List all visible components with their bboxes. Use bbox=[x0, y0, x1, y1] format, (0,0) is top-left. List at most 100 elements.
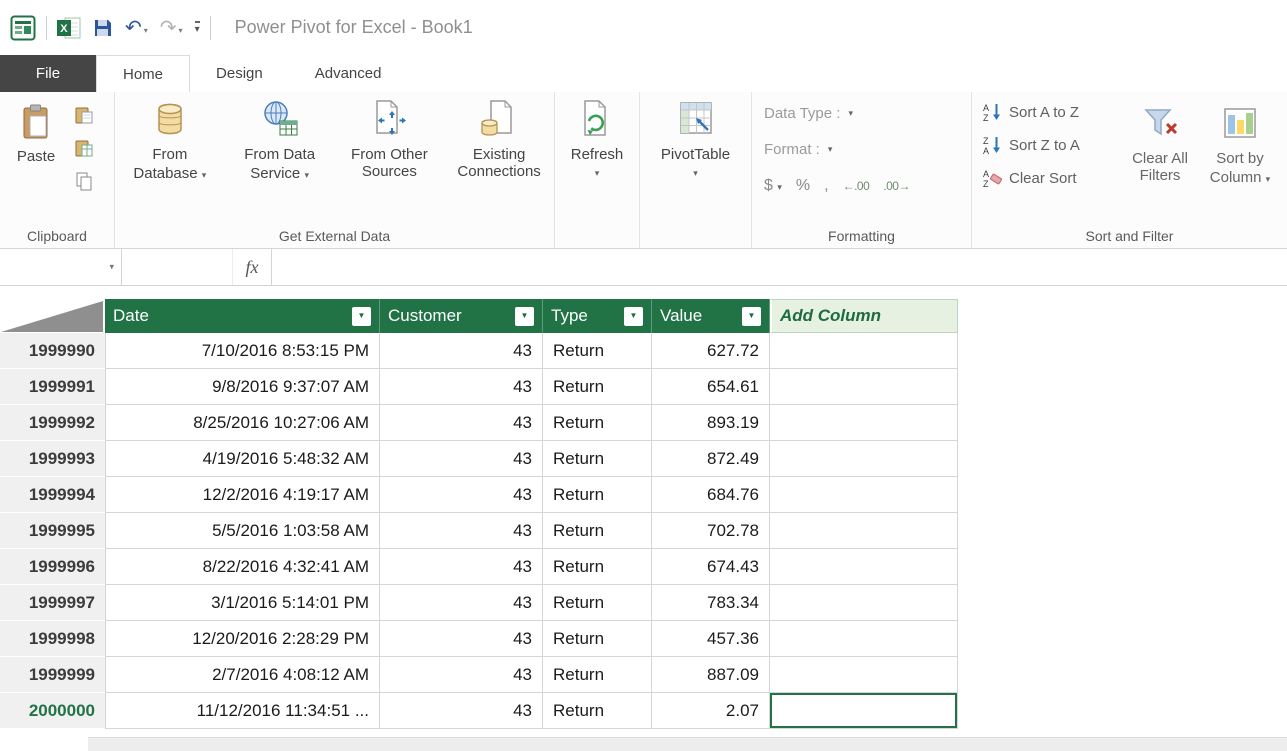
cell-type[interactable]: Return bbox=[543, 693, 652, 729]
cell-value[interactable]: 783.34 bbox=[652, 585, 770, 621]
cell-customer[interactable]: 43 bbox=[380, 405, 543, 441]
filter-dropdown-button[interactable]: ▼ bbox=[515, 307, 534, 326]
paste-replace-button[interactable] bbox=[72, 103, 96, 127]
clear-sort-button[interactable]: A Z Clear Sort bbox=[982, 168, 1120, 188]
cell-customer[interactable]: 43 bbox=[380, 333, 543, 369]
cell-type[interactable]: Return bbox=[543, 441, 652, 477]
copy-button[interactable] bbox=[72, 169, 96, 193]
tab-design[interactable]: Design bbox=[190, 55, 289, 92]
cell-date[interactable]: 7/10/2016 8:53:15 PM bbox=[105, 333, 380, 369]
increase-decimal-button[interactable]: ←.00 bbox=[843, 179, 870, 193]
cell-type[interactable]: Return bbox=[543, 405, 652, 441]
cell-date[interactable]: 12/20/2016 2:28:29 PM bbox=[105, 621, 380, 657]
row-number[interactable]: 1999996 bbox=[0, 549, 105, 585]
cell-add-column[interactable] bbox=[770, 477, 958, 513]
cell-add-column[interactable] bbox=[770, 585, 958, 621]
cell-date[interactable]: 3/1/2016 5:14:01 PM bbox=[105, 585, 380, 621]
cell-date[interactable]: 2/7/2016 4:08:12 AM bbox=[105, 657, 380, 693]
cell-customer[interactable]: 43 bbox=[380, 693, 543, 729]
row-number[interactable]: 2000000 bbox=[0, 693, 105, 729]
format-dropdown[interactable]: Format : ▾ bbox=[764, 141, 971, 158]
cell-customer[interactable]: 43 bbox=[380, 549, 543, 585]
cell-type[interactable]: Return bbox=[543, 585, 652, 621]
cell-date[interactable]: 8/25/2016 10:27:06 AM bbox=[105, 405, 380, 441]
cell-date[interactable]: 11/12/2016 11:34:51 ... bbox=[105, 693, 380, 729]
row-number[interactable]: 1999998 bbox=[0, 621, 105, 657]
cell-date[interactable]: 8/22/2016 4:32:41 AM bbox=[105, 549, 380, 585]
cell-value[interactable]: 872.49 bbox=[652, 441, 770, 477]
cell-add-column[interactable] bbox=[770, 693, 958, 729]
filter-dropdown-button[interactable]: ▼ bbox=[624, 307, 643, 326]
cell-type[interactable]: Return bbox=[543, 549, 652, 585]
cell-customer[interactable]: 43 bbox=[380, 585, 543, 621]
cell-type[interactable]: Return bbox=[543, 657, 652, 693]
dropdown-arrow-icon[interactable]: ▾ bbox=[144, 26, 148, 38]
cell-add-column[interactable] bbox=[770, 405, 958, 441]
select-all-corner[interactable] bbox=[0, 299, 105, 333]
row-number[interactable]: 1999992 bbox=[0, 405, 105, 441]
row-number[interactable]: 1999993 bbox=[0, 441, 105, 477]
column-header-date[interactable]: Date ▼ bbox=[105, 299, 380, 333]
currency-format-button[interactable]: $ ▾ bbox=[764, 177, 782, 195]
horizontal-scrollbar[interactable] bbox=[88, 737, 1287, 751]
cell-type[interactable]: Return bbox=[543, 513, 652, 549]
data-type-dropdown[interactable]: Data Type : ▾ bbox=[764, 105, 971, 122]
sort-z-to-a-button[interactable]: Z A Sort Z to A bbox=[982, 135, 1120, 155]
cell-date[interactable]: 9/8/2016 9:37:07 AM bbox=[105, 369, 380, 405]
refresh-button[interactable]: Refresh ▾ bbox=[555, 92, 639, 182]
cell-date[interactable]: 5/5/2016 1:03:58 AM bbox=[105, 513, 380, 549]
customize-quick-access-button[interactable]: ▾ bbox=[195, 21, 200, 35]
cell-customer[interactable]: 43 bbox=[380, 657, 543, 693]
thousands-separator-button[interactable]: , bbox=[824, 177, 828, 195]
cell-type[interactable]: Return bbox=[543, 369, 652, 405]
cell-value[interactable]: 887.09 bbox=[652, 657, 770, 693]
tab-home[interactable]: Home bbox=[96, 55, 190, 92]
cell-add-column[interactable] bbox=[770, 549, 958, 585]
row-number[interactable]: 1999994 bbox=[0, 477, 105, 513]
cell-customer[interactable]: 43 bbox=[380, 477, 543, 513]
row-number[interactable]: 1999991 bbox=[0, 369, 105, 405]
name-box[interactable]: ▾ bbox=[0, 249, 122, 285]
save-button[interactable] bbox=[93, 18, 113, 38]
cell-type[interactable]: Return bbox=[543, 477, 652, 513]
cell-value[interactable]: 702.78 bbox=[652, 513, 770, 549]
cell-add-column[interactable] bbox=[770, 441, 958, 477]
from-data-service-button[interactable]: From Data Service ▾ bbox=[225, 92, 335, 248]
cell-add-column[interactable] bbox=[770, 621, 958, 657]
cell-value[interactable]: 2.07 bbox=[652, 693, 770, 729]
row-number[interactable]: 1999999 bbox=[0, 657, 105, 693]
insert-function-button[interactable]: fx bbox=[232, 249, 272, 285]
column-header-type[interactable]: Type ▼ bbox=[543, 299, 652, 333]
cell-date[interactable]: 12/2/2016 4:19:17 AM bbox=[105, 477, 380, 513]
cell-value[interactable]: 674.43 bbox=[652, 549, 770, 585]
cell-add-column[interactable] bbox=[770, 369, 958, 405]
row-number[interactable]: 1999995 bbox=[0, 513, 105, 549]
row-number[interactable]: 1999990 bbox=[0, 333, 105, 369]
sort-by-column-button[interactable]: Sort by Column ▾ bbox=[1200, 98, 1280, 188]
redo-button[interactable]: ↷ ▾ bbox=[160, 18, 183, 38]
from-database-button[interactable]: From Database ▾ bbox=[115, 92, 225, 248]
sort-a-to-z-button[interactable]: A Z Sort A to Z bbox=[982, 102, 1120, 122]
cell-add-column[interactable] bbox=[770, 513, 958, 549]
from-other-sources-button[interactable]: From Other Sources bbox=[335, 92, 445, 248]
row-number[interactable]: 1999997 bbox=[0, 585, 105, 621]
paste-button[interactable]: Paste bbox=[8, 99, 64, 193]
cell-customer[interactable]: 43 bbox=[380, 441, 543, 477]
column-header-value[interactable]: Value ▼ bbox=[652, 299, 770, 333]
clear-all-filters-button[interactable]: Clear All Filters bbox=[1120, 98, 1200, 188]
dropdown-arrow-icon[interactable]: ▾ bbox=[179, 26, 183, 38]
pivottable-button[interactable]: PivotTable ▾ bbox=[640, 92, 751, 182]
cell-value[interactable]: 627.72 bbox=[652, 333, 770, 369]
cell-value[interactable]: 457.36 bbox=[652, 621, 770, 657]
decrease-decimal-button[interactable]: .00→ bbox=[883, 179, 910, 193]
cell-value[interactable]: 893.19 bbox=[652, 405, 770, 441]
cell-customer[interactable]: 43 bbox=[380, 513, 543, 549]
excel-switch-button[interactable]: X bbox=[57, 17, 81, 39]
tab-advanced[interactable]: Advanced bbox=[289, 55, 408, 92]
cell-customer[interactable]: 43 bbox=[380, 369, 543, 405]
cell-value[interactable]: 684.76 bbox=[652, 477, 770, 513]
name-box-dropdown-icon[interactable]: ▾ bbox=[109, 262, 114, 273]
undo-button[interactable]: ↶ ▾ bbox=[125, 18, 148, 38]
cell-add-column[interactable] bbox=[770, 333, 958, 369]
tab-file[interactable]: File bbox=[0, 55, 96, 92]
